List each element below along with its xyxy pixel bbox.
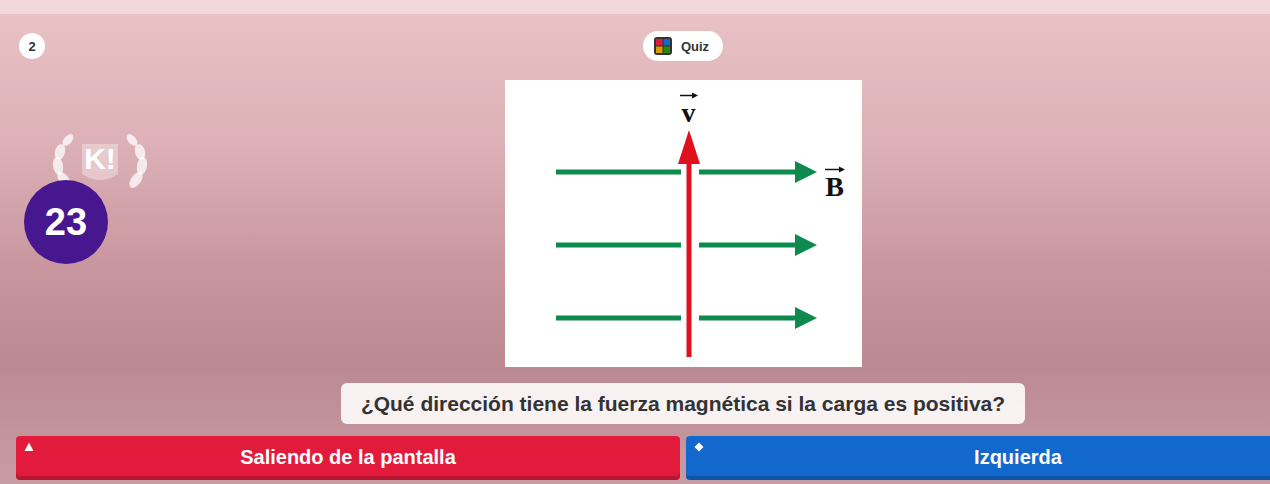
triangle-icon [24,442,34,452]
answer-button[interactable]: Izquierda [686,436,1270,480]
field-label: B [821,166,849,201]
kahoot-screen: 2QuizK!23vB¿Qué dirección tiene la fuerz… [0,0,1270,484]
browser-bookmark-bar [0,0,1270,14]
question-image: vB [505,80,862,367]
question-counter: 2 [19,33,45,59]
quiz-badge: Quiz [643,31,723,61]
question-text: ¿Qué dirección tiene la fuerza magnética… [341,383,1025,424]
countdown-timer: 23 [24,180,108,264]
answer-grid: Saliendo de la pantallaIzquierda [0,436,1270,480]
quiz-grid-icon [653,36,673,56]
content-area: K!23vB [0,78,1270,376]
top-bar: 2 Quiz [0,14,1270,78]
game-stage: 2QuizK!23vB¿Qué dirección tiene la fuerz… [0,0,1270,484]
diamond-icon [694,442,704,452]
vector-arrow-icon [824,166,846,173]
velocity-vector [678,130,700,357]
vector-arrow-icon [679,92,699,99]
velocity-label: v [677,92,701,127]
answer-button[interactable]: Saliendo de la pantalla [16,436,680,480]
